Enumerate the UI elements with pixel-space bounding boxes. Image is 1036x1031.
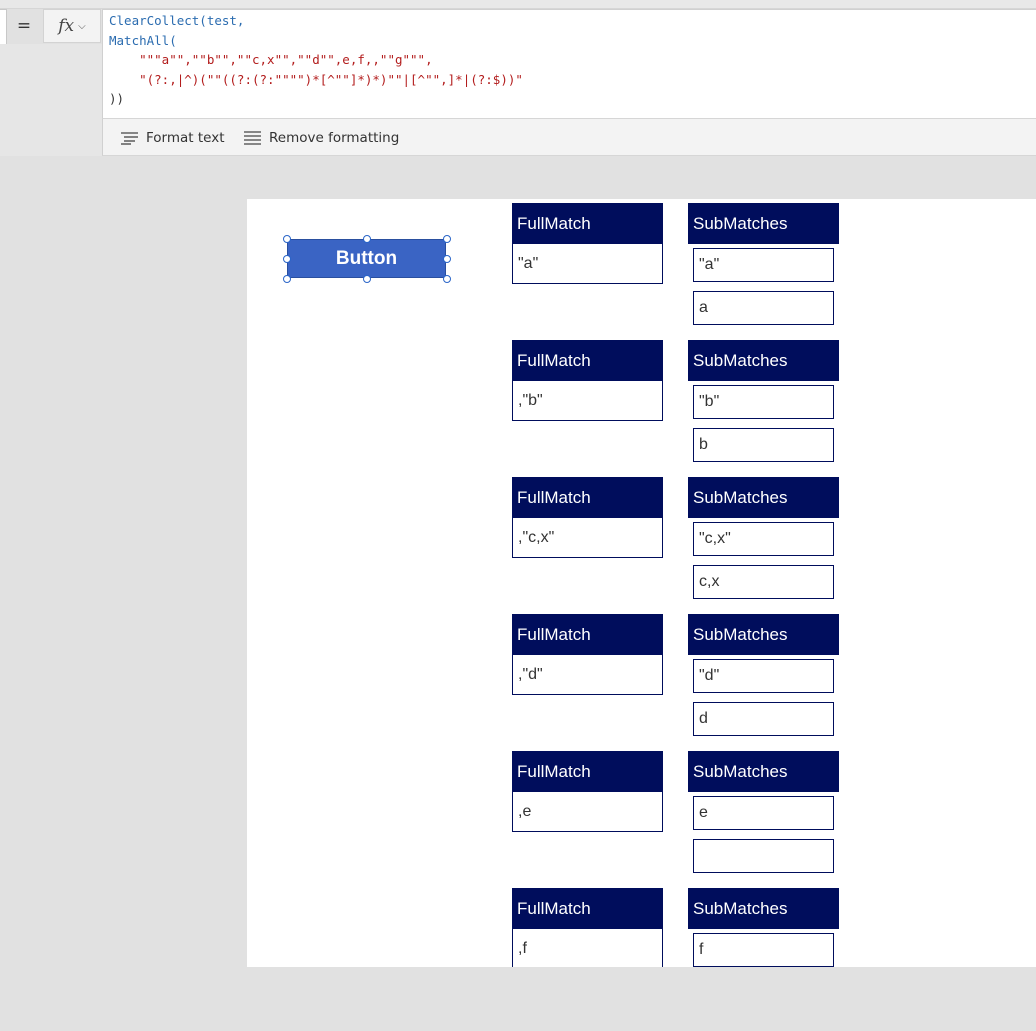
property-dropdown[interactable] bbox=[0, 9, 7, 45]
fullmatch-header: FullMatch bbox=[512, 751, 663, 792]
submatch-value[interactable]: "d" bbox=[693, 659, 834, 693]
submatches-header: SubMatches bbox=[688, 614, 839, 655]
fullmatch-value[interactable]: ,f bbox=[512, 929, 663, 967]
fullmatch-value[interactable]: "a" bbox=[512, 244, 663, 284]
fx-icon: fx bbox=[58, 16, 75, 36]
submatch-value[interactable]: d bbox=[693, 702, 834, 736]
equals-sign: = bbox=[16, 16, 32, 36]
remove-formatting-icon bbox=[244, 130, 261, 145]
submatch-value[interactable]: "c,x" bbox=[693, 522, 834, 556]
resize-handle[interactable] bbox=[283, 235, 291, 243]
fx-button[interactable]: fx ⌵ bbox=[43, 9, 101, 43]
resize-handle[interactable] bbox=[283, 255, 291, 263]
submatch-value[interactable]: a bbox=[693, 291, 834, 325]
fullmatch-header: FullMatch bbox=[512, 203, 663, 244]
submatch-value[interactable]: "a" bbox=[693, 248, 834, 282]
format-text-label: Format text bbox=[146, 129, 225, 146]
left-gutter bbox=[0, 44, 102, 156]
submatches-header: SubMatches bbox=[688, 888, 839, 929]
app-canvas: Button FullMatch "a" SubMatches "a" a FullMat… bbox=[247, 199, 1036, 967]
app-button-label: Button bbox=[335, 247, 398, 269]
submatches-header: SubMatches bbox=[688, 203, 839, 244]
remove-formatting-label: Remove formatting bbox=[269, 129, 400, 146]
code-line: )) bbox=[109, 91, 125, 107]
fullmatch-value[interactable]: ,e bbox=[512, 792, 663, 832]
fullmatch-header: FullMatch bbox=[512, 340, 663, 381]
submatch-value[interactable]: f bbox=[693, 933, 834, 967]
fullmatch-header: FullMatch bbox=[512, 614, 663, 655]
submatch-value[interactable]: b bbox=[693, 428, 834, 462]
fullmatch-value[interactable]: ,"c,x" bbox=[512, 518, 663, 558]
fullmatch-header: FullMatch bbox=[512, 888, 663, 929]
submatches-header: SubMatches bbox=[688, 751, 839, 792]
code-line: "(?:,|^)(""((?:(?:"""")*[^""]*)*)""|[^""… bbox=[109, 71, 523, 87]
code-line: """a"",""b"",""c,x"",""d"",e,f,,""g""", bbox=[109, 52, 433, 68]
submatch-value[interactable]: c,x bbox=[693, 565, 834, 599]
resize-handle[interactable] bbox=[443, 235, 451, 243]
resize-handle[interactable] bbox=[443, 255, 451, 263]
resize-handle[interactable] bbox=[363, 275, 371, 283]
submatches-header: SubMatches bbox=[688, 477, 839, 518]
remove-formatting-button[interactable]: Remove formatting bbox=[244, 119, 399, 156]
fullmatch-value[interactable]: ,"b" bbox=[512, 381, 663, 421]
chevron-down-icon: ⌵ bbox=[78, 20, 86, 32]
submatches-header: SubMatches bbox=[688, 340, 839, 381]
submatch-value[interactable]: "b" bbox=[693, 385, 834, 419]
fullmatch-value[interactable]: ,"d" bbox=[512, 655, 663, 695]
submatch-value[interactable] bbox=[693, 839, 834, 873]
submatch-value[interactable]: e bbox=[693, 796, 834, 830]
formula-toolbar: Format text Remove formatting bbox=[102, 118, 1036, 156]
format-text-button[interactable]: Format text bbox=[121, 119, 225, 156]
formula-editor[interactable]: ClearCollect(test, MatchAll( """a"",""b"… bbox=[102, 9, 1036, 118]
resize-handle[interactable] bbox=[443, 275, 451, 283]
code-line: MatchAll( bbox=[109, 32, 177, 48]
resize-handle[interactable] bbox=[283, 275, 291, 283]
formula-code: ClearCollect(test, MatchAll( """a"",""b"… bbox=[109, 11, 523, 109]
top-border bbox=[0, 0, 1036, 9]
format-text-icon bbox=[121, 131, 138, 145]
resize-handle[interactable] bbox=[363, 235, 371, 243]
code-line: ClearCollect(test, bbox=[109, 13, 245, 28]
app-button[interactable]: Button bbox=[287, 239, 446, 278]
fullmatch-header: FullMatch bbox=[512, 477, 663, 518]
